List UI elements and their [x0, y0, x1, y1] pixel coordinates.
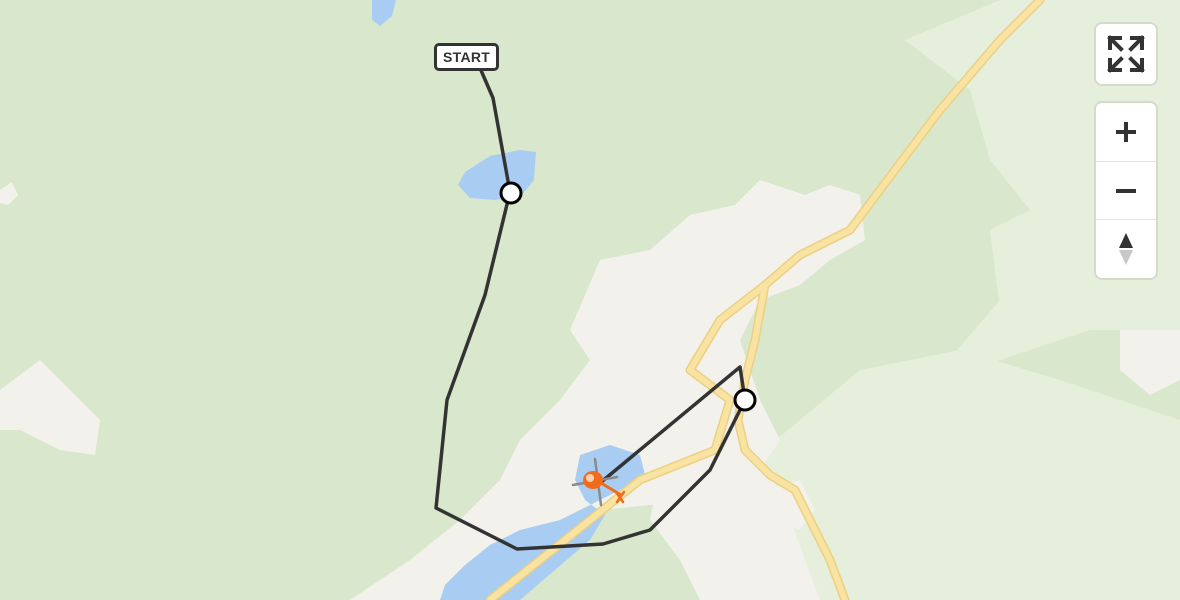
- plus-icon: [1116, 121, 1136, 142]
- zoom-controls: [1096, 103, 1156, 278]
- zoom-in-button[interactable]: [1096, 103, 1156, 162]
- waypoint-2[interactable]: [733, 388, 757, 412]
- map-canvas[interactable]: [0, 0, 1180, 600]
- waypoint-1[interactable]: [499, 181, 523, 205]
- reset-north-button[interactable]: [1096, 220, 1156, 278]
- fullscreen-icon: [1107, 35, 1145, 73]
- compass-icon: [1119, 233, 1133, 266]
- start-label: START: [434, 43, 500, 71]
- minus-icon: [1116, 188, 1136, 193]
- fullscreen-button[interactable]: [1096, 24, 1156, 84]
- zoom-out-button[interactable]: [1096, 162, 1156, 221]
